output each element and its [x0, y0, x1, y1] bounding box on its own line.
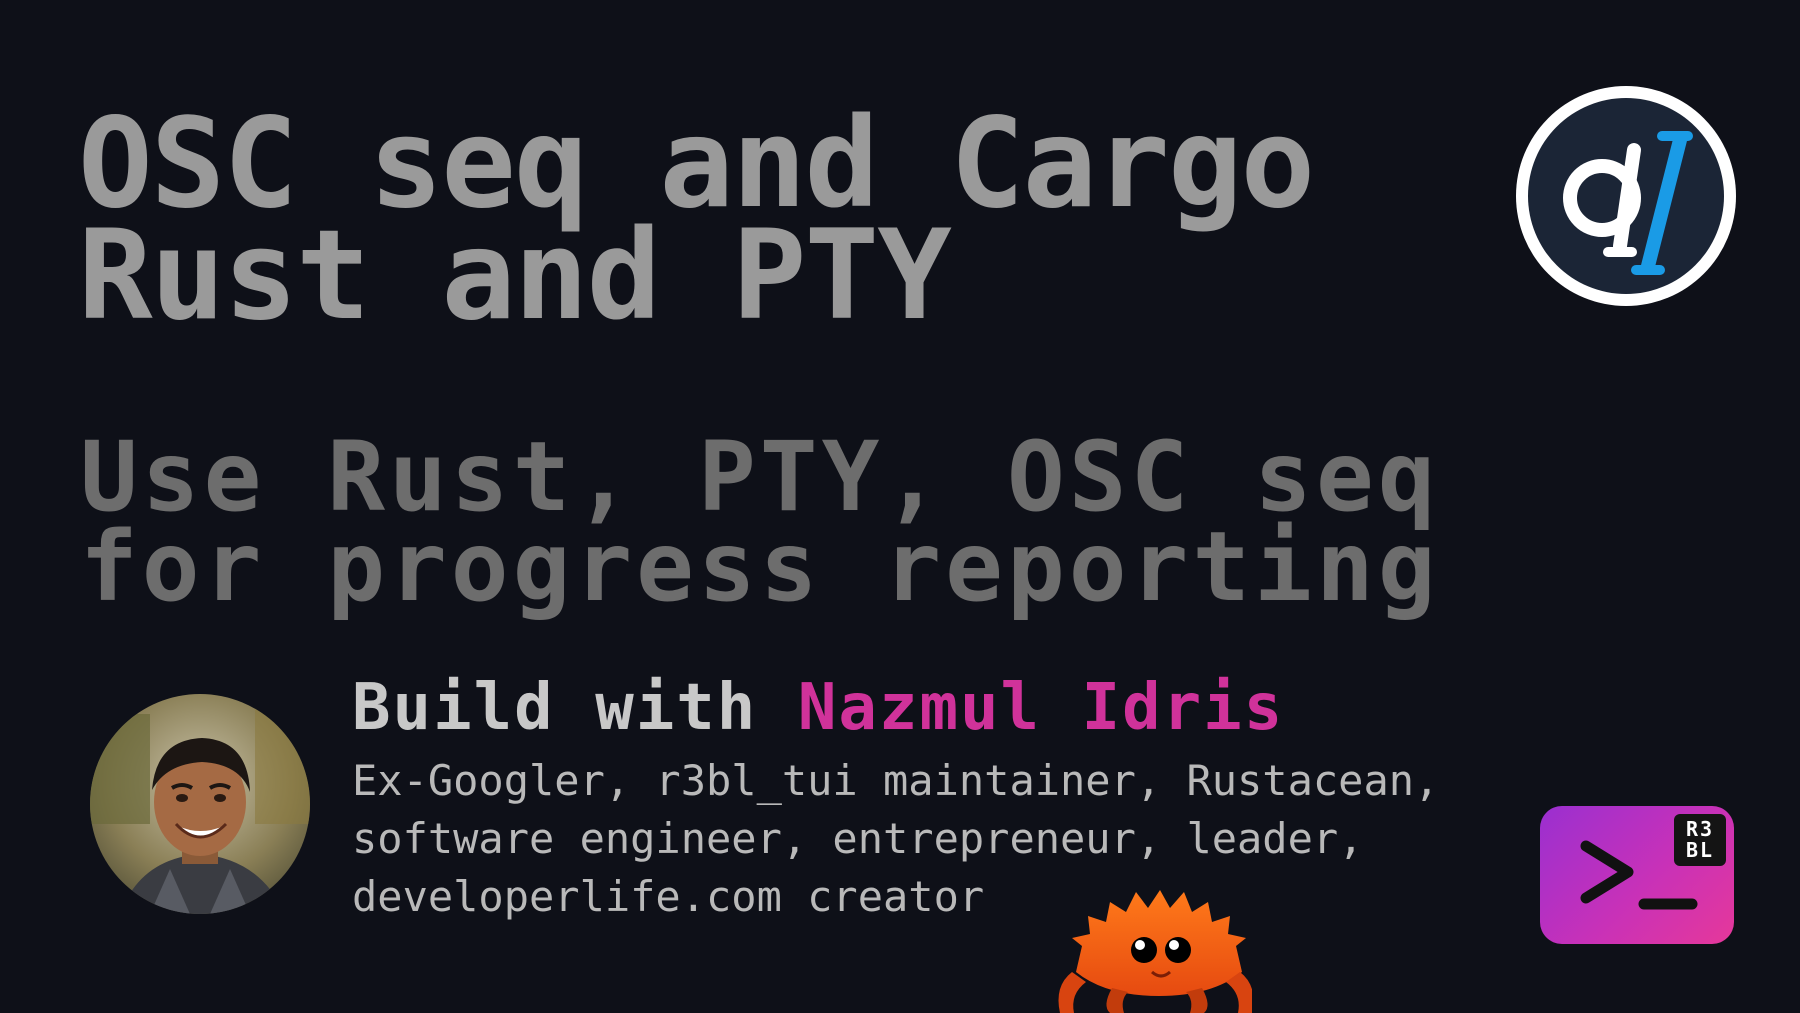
author-avatar — [90, 694, 310, 914]
byline: Build with Nazmul Idris — [352, 668, 1284, 748]
r3bl-badge: R3 BL — [1674, 814, 1726, 866]
bio-line-1: Ex-Googler, r3bl_tui maintainer, Rustace… — [352, 756, 1440, 805]
author-bio: Ex-Googler, r3bl_tui maintainer, Rustace… — [352, 752, 1439, 926]
r3bl-logo: R3 BL — [1540, 806, 1734, 944]
author-name: Nazmul Idris — [797, 671, 1285, 745]
thumbnail-canvas: OSC seq and Cargo Rust and PTY Use Rust,… — [0, 0, 1800, 1013]
subtitle-line-1: Use Rust, PTY, OSC seq — [80, 421, 1440, 533]
developerlife-logo — [1510, 80, 1742, 312]
r3bl-badge-line-1: R3 — [1685, 817, 1715, 841]
bio-line-2: software engineer, entrepreneur, leader, — [352, 814, 1364, 863]
ferris-crab-icon — [1052, 876, 1254, 1013]
bio-line-3: developerlife.com creator — [352, 872, 985, 921]
title-line-2: Rust and PTY — [78, 204, 952, 348]
byline-prefix: Build with — [352, 671, 758, 745]
page-title: OSC seq and Cargo Rust and PTY — [78, 102, 1315, 348]
subtitle-line-2: for progress reporting — [80, 511, 1440, 623]
r3bl-badge-line-2: BL — [1685, 838, 1715, 862]
page-subtitle: Use Rust, PTY, OSC seq for progress repo… — [80, 421, 1440, 623]
